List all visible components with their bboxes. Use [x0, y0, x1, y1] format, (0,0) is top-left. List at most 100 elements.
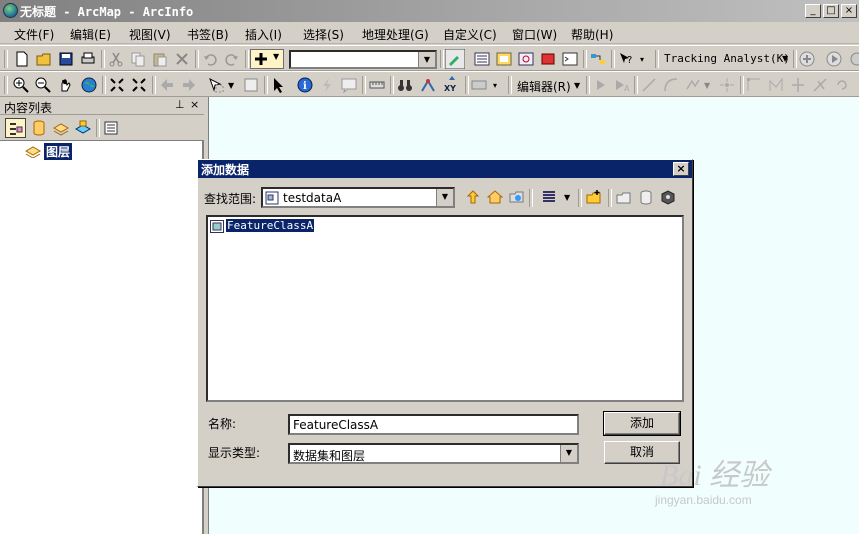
- home-icon[interactable]: [487, 189, 503, 205]
- rotate-icon[interactable]: [834, 77, 850, 93]
- paste-icon[interactable]: [152, 51, 168, 67]
- playback-icon[interactable]: [826, 51, 842, 67]
- editor-toolbar-icon[interactable]: [445, 49, 465, 69]
- add-button[interactable]: 添加: [603, 411, 681, 436]
- tracking-options-icon[interactable]: [849, 51, 859, 67]
- toolbar-grip[interactable]: [4, 50, 8, 68]
- close-window-button[interactable]: ×: [841, 4, 857, 18]
- pin-icon[interactable]: ⊥: [175, 98, 185, 111]
- list-by-visibility-icon[interactable]: [53, 120, 69, 136]
- zoom-out-icon[interactable]: [35, 77, 51, 93]
- edit-annotation-icon[interactable]: A: [614, 77, 630, 93]
- tracking-analyst-dropdown-icon[interactable]: ▼: [782, 54, 788, 63]
- menu-windows[interactable]: 窗口(W): [512, 26, 557, 43]
- copy-icon[interactable]: [130, 51, 146, 67]
- zoom-in-icon[interactable]: [13, 77, 29, 93]
- clear-selection-icon[interactable]: [243, 77, 259, 93]
- split-tool-icon[interactable]: [812, 77, 828, 93]
- html-popup-icon[interactable]: [341, 77, 357, 93]
- trace-icon[interactable]: [685, 77, 701, 93]
- select-elements-arrow-icon[interactable]: [271, 77, 287, 93]
- show-of-type-dropdown-icon[interactable]: ▼: [560, 445, 577, 462]
- catalog-icon[interactable]: [496, 51, 512, 67]
- tracking-analyst-menu[interactable]: Tracking Analyst(K): [664, 52, 790, 65]
- scale-dropdown-icon[interactable]: ▼: [418, 52, 435, 67]
- point-icon[interactable]: [719, 77, 735, 93]
- table-of-contents-icon[interactable]: [474, 51, 490, 67]
- list-by-source-icon[interactable]: [31, 120, 47, 136]
- menu-customize[interactable]: 自定义(C): [443, 26, 497, 43]
- look-in-dropdown-icon[interactable]: ▼: [436, 189, 453, 206]
- whats-this-help-icon[interactable]: ?: [618, 51, 634, 67]
- menu-file[interactable]: 文件(F): [14, 26, 54, 43]
- toc-options-icon[interactable]: [103, 120, 119, 136]
- delete-icon[interactable]: [174, 51, 190, 67]
- construct-dropdown-icon[interactable]: ▼: [704, 81, 710, 90]
- up-one-level-icon[interactable]: [465, 189, 481, 205]
- reshape-icon[interactable]: [768, 77, 784, 93]
- find-binoculars-icon[interactable]: [397, 77, 413, 93]
- fixed-zoom-out-icon[interactable]: [131, 77, 147, 93]
- time-slider-icon[interactable]: [471, 77, 487, 93]
- hyperlink-icon[interactable]: [319, 77, 335, 93]
- menu-selection[interactable]: 选择(S): [303, 26, 344, 43]
- search-window-icon[interactable]: [518, 51, 534, 67]
- straight-segment-icon[interactable]: [641, 77, 657, 93]
- name-input[interactable]: [288, 414, 579, 435]
- identify-icon[interactable]: i: [297, 77, 313, 93]
- go-back-icon[interactable]: [159, 77, 175, 93]
- connect-folder-plus-icon[interactable]: [586, 189, 602, 205]
- measure-icon[interactable]: [369, 77, 385, 93]
- select-features-icon[interactable]: [208, 77, 224, 93]
- add-data-button[interactable]: ▼: [250, 49, 284, 69]
- toolbar-overflow-icon[interactable]: ▾: [493, 81, 497, 90]
- arctoolbox-icon[interactable]: [540, 51, 556, 67]
- connect-to-folder-icon[interactable]: [509, 189, 525, 205]
- menu-edit[interactable]: 编辑(E): [70, 26, 111, 43]
- list-by-drawing-order-button[interactable]: [5, 118, 26, 138]
- view-dropdown-icon[interactable]: ▼: [564, 193, 570, 202]
- minimize-button[interactable]: _: [805, 4, 821, 18]
- editor-dropdown-icon[interactable]: ▼: [574, 81, 580, 90]
- menu-geoprocessing[interactable]: 地理处理(G): [362, 26, 429, 43]
- undo-icon[interactable]: [202, 51, 218, 67]
- look-in-combo[interactable]: testdataA ▼: [261, 187, 455, 208]
- toolbar-overflow-icon[interactable]: ▾: [640, 55, 644, 64]
- dialog-title-bar[interactable]: 添加数据 ×: [198, 160, 692, 178]
- print-icon[interactable]: [80, 51, 96, 67]
- toolbar-grip[interactable]: [4, 76, 8, 94]
- arcgis-online-icon[interactable]: [660, 189, 676, 205]
- save-icon[interactable]: [58, 51, 74, 67]
- new-folder-icon[interactable]: [616, 189, 632, 205]
- edit-tool-icon[interactable]: [593, 77, 609, 93]
- close-panel-icon[interactable]: ×: [190, 98, 199, 111]
- show-of-type-select[interactable]: 数据集和图层 ▼: [288, 443, 579, 464]
- menu-bookmarks[interactable]: 书签(B): [187, 26, 229, 43]
- python-window-icon[interactable]: [562, 51, 578, 67]
- new-database-icon[interactable]: [638, 189, 654, 205]
- go-to-xy-icon[interactable]: XY: [443, 76, 461, 94]
- fixed-zoom-in-icon[interactable]: [109, 77, 125, 93]
- find-route-icon[interactable]: [420, 77, 436, 93]
- view-list-icon[interactable]: [541, 189, 557, 205]
- select-dropdown-icon[interactable]: ▼: [228, 81, 234, 90]
- modelbuilder-icon[interactable]: [590, 51, 606, 67]
- map-scale-combo[interactable]: ▼: [289, 50, 437, 69]
- menu-help[interactable]: 帮助(H): [571, 26, 613, 43]
- go-forward-icon[interactable]: [181, 77, 197, 93]
- end-point-arc-icon[interactable]: [663, 77, 679, 93]
- dialog-close-button[interactable]: ×: [673, 162, 689, 176]
- menu-insert[interactable]: 插入(I): [245, 26, 282, 43]
- maximize-button[interactable]: □: [823, 4, 839, 18]
- cut-polygons-icon[interactable]: [790, 77, 806, 93]
- editor-menu[interactable]: 编辑器(R): [517, 78, 571, 95]
- pan-hand-icon[interactable]: [58, 77, 74, 93]
- edit-vertices-icon[interactable]: [746, 77, 762, 93]
- new-document-icon[interactable]: [14, 51, 30, 67]
- open-folder-icon[interactable]: [36, 51, 52, 67]
- menu-view[interactable]: 视图(V): [129, 26, 171, 43]
- redo-icon[interactable]: [224, 51, 240, 67]
- add-temporal-data-icon[interactable]: [799, 51, 815, 67]
- file-list[interactable]: FeatureClassA: [206, 215, 684, 402]
- full-extent-globe-icon[interactable]: [81, 77, 97, 93]
